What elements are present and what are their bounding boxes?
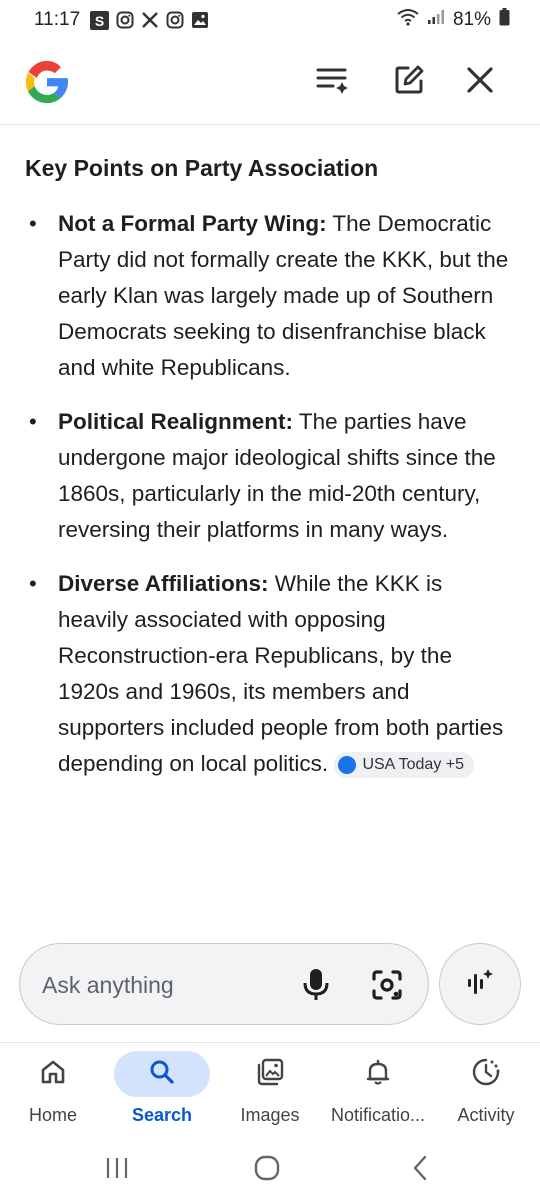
nav-label: Search bbox=[131, 1105, 193, 1125]
wifi-icon bbox=[397, 8, 419, 32]
google-logo[interactable] bbox=[24, 59, 70, 105]
list-item: • Diverse Affiliations: While the KKK is… bbox=[25, 566, 515, 782]
bottom-nav: Home Search Images Notificatio... Activi… bbox=[0, 1042, 540, 1142]
voice-sparkle-icon bbox=[465, 967, 495, 1002]
new-chat-button[interactable] bbox=[389, 62, 429, 102]
system-nav-bar bbox=[0, 1142, 540, 1200]
answer-content: Key Points on Party Association • Not a … bbox=[0, 140, 540, 930]
home-system-button[interactable] bbox=[247, 1150, 287, 1190]
activity-icon bbox=[471, 1057, 501, 1092]
nav-label: Home bbox=[28, 1105, 77, 1125]
svg-text:S: S bbox=[95, 13, 104, 29]
source-chip[interactable]: USA Today +5 bbox=[334, 752, 475, 779]
nav-label: Notificatio... bbox=[330, 1105, 426, 1125]
nav-home-pill bbox=[5, 1051, 101, 1097]
recents-icon bbox=[104, 1156, 130, 1185]
battery-percent: 81% bbox=[452, 9, 491, 30]
close-icon bbox=[466, 66, 494, 99]
images-icon bbox=[255, 1057, 285, 1092]
list-item: • Not a Formal Party Wing: The Democrati… bbox=[25, 206, 515, 386]
nav-activity[interactable]: Activity bbox=[432, 1051, 540, 1141]
mic-icon[interactable] bbox=[302, 968, 330, 1002]
back-chevron-icon bbox=[410, 1155, 430, 1186]
nav-images-pill bbox=[222, 1051, 318, 1097]
list-item: • Political Realignment: The parties hav… bbox=[25, 404, 515, 548]
point-term: Political Realignment: bbox=[58, 409, 294, 434]
history-button[interactable] bbox=[313, 62, 353, 102]
bullet: • bbox=[29, 571, 37, 596]
nav-home[interactable]: Home bbox=[0, 1051, 107, 1141]
source-favicon-icon bbox=[338, 756, 357, 775]
key-points-list: • Not a Formal Party Wing: The Democrati… bbox=[25, 206, 515, 782]
search-icon bbox=[148, 1058, 176, 1091]
battery-icon bbox=[499, 8, 510, 32]
bell-icon bbox=[364, 1058, 392, 1091]
history-icon bbox=[315, 65, 351, 100]
lens-icon[interactable] bbox=[370, 968, 404, 1002]
system-status: 81% bbox=[397, 8, 510, 32]
nav-notifications[interactable]: Notificatio... bbox=[324, 1051, 432, 1141]
nav-label: Activity bbox=[457, 1105, 515, 1125]
instagram-icon bbox=[115, 11, 134, 30]
section-heading: Key Points on Party Association bbox=[25, 155, 379, 181]
nav-notifications-pill bbox=[330, 1051, 426, 1097]
nav-search-pill bbox=[114, 1051, 210, 1097]
point-text: While the KKK is heavily associated with… bbox=[58, 571, 504, 776]
live-voice-button[interactable] bbox=[439, 943, 521, 1025]
instagram-icon bbox=[165, 11, 184, 30]
nav-label: Images bbox=[240, 1105, 300, 1125]
home-icon bbox=[39, 1058, 67, 1091]
nav-activity-pill bbox=[438, 1051, 534, 1097]
ask-input[interactable]: Ask anything bbox=[19, 943, 429, 1025]
point-term: Diverse Affiliations: bbox=[58, 571, 269, 596]
source-chip-label: USA Today +5 bbox=[362, 756, 465, 774]
point-text: The Democratic Party did not formally cr… bbox=[58, 211, 509, 380]
nav-search[interactable]: Search bbox=[108, 1051, 216, 1141]
status-bar: 11:17 S 81% bbox=[0, 0, 540, 40]
ask-placeholder: Ask anything bbox=[42, 972, 174, 998]
back-button[interactable] bbox=[400, 1150, 440, 1190]
signal-icon bbox=[427, 9, 445, 31]
point-term: Not a Formal Party Wing: bbox=[58, 211, 327, 236]
nav-images[interactable]: Images bbox=[216, 1051, 324, 1141]
app-header bbox=[0, 40, 540, 125]
bullet: • bbox=[29, 409, 37, 434]
home-circle-icon bbox=[254, 1155, 280, 1186]
status-time: 11:17 bbox=[34, 9, 81, 30]
notification-icons: S bbox=[90, 10, 209, 30]
gallery-icon bbox=[190, 11, 209, 30]
x-icon bbox=[140, 11, 159, 30]
bullet: • bbox=[29, 211, 37, 236]
edit-icon bbox=[393, 64, 425, 101]
recents-button[interactable] bbox=[97, 1150, 137, 1190]
close-button[interactable] bbox=[460, 62, 500, 102]
s-app-icon: S bbox=[90, 10, 110, 30]
